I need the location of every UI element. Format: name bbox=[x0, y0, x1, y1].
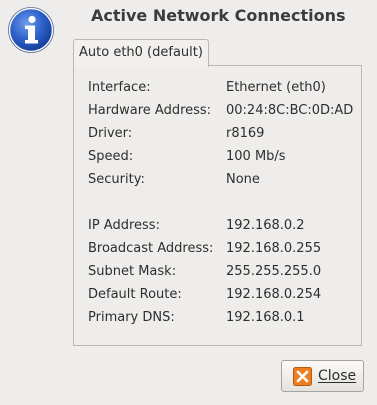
close-button-label: Close bbox=[318, 368, 357, 384]
detail-value: Ethernet (eth0) bbox=[226, 80, 326, 95]
detail-value: 00:24:8C:BC:0D:AD bbox=[226, 103, 354, 118]
close-button[interactable]: Close bbox=[281, 360, 364, 392]
detail-value: r8169 bbox=[226, 126, 265, 141]
detail-label: Security: bbox=[88, 172, 145, 187]
tab-auto-eth0[interactable]: Auto eth0 (default) bbox=[73, 39, 209, 67]
detail-row-security: Security: None bbox=[74, 170, 361, 190]
dialog-title: Active Network Connections bbox=[91, 6, 346, 25]
detail-row-interface: Interface: Ethernet (eth0) bbox=[74, 78, 361, 98]
detail-value: None bbox=[226, 172, 260, 187]
detail-label: Primary DNS: bbox=[88, 310, 175, 325]
detail-value: 192.168.0.2 bbox=[226, 218, 305, 233]
detail-label: Speed: bbox=[88, 149, 134, 164]
detail-row-driver: Driver: r8169 bbox=[74, 124, 361, 144]
close-x-icon bbox=[293, 367, 312, 386]
detail-label: Broadcast Address: bbox=[88, 241, 214, 256]
detail-label: IP Address: bbox=[88, 218, 160, 233]
detail-label: Interface: bbox=[88, 80, 151, 95]
detail-row-ip-address: IP Address: 192.168.0.2 bbox=[74, 216, 361, 236]
detail-value: 192.168.0.254 bbox=[226, 287, 322, 302]
detail-row-hardware-address: Hardware Address: 00:24:8C:BC:0D:AD bbox=[74, 101, 361, 121]
connection-details-panel: Interface: Ethernet (eth0) Hardware Addr… bbox=[73, 65, 362, 346]
detail-row-primary-dns: Primary DNS: 192.168.0.1 bbox=[74, 308, 361, 328]
info-icon bbox=[8, 7, 54, 53]
detail-value: 255.255.255.0 bbox=[226, 264, 322, 279]
detail-row-subnet-mask: Subnet Mask: 255.255.255.0 bbox=[74, 262, 361, 282]
detail-value: 100 Mb/s bbox=[226, 149, 286, 164]
detail-value: 192.168.0.1 bbox=[226, 310, 305, 325]
network-connections-dialog: Active Network Connections Auto eth0 (de… bbox=[0, 0, 377, 405]
detail-value: 192.168.0.255 bbox=[226, 241, 322, 256]
detail-label: Driver: bbox=[88, 126, 133, 141]
detail-label: Default Route: bbox=[88, 287, 182, 302]
detail-row-default-route: Default Route: 192.168.0.254 bbox=[74, 285, 361, 305]
detail-row-broadcast-address: Broadcast Address: 192.168.0.255 bbox=[74, 239, 361, 259]
detail-label: Subnet Mask: bbox=[88, 264, 177, 279]
detail-row-speed: Speed: 100 Mb/s bbox=[74, 147, 361, 167]
detail-label: Hardware Address: bbox=[88, 103, 212, 118]
